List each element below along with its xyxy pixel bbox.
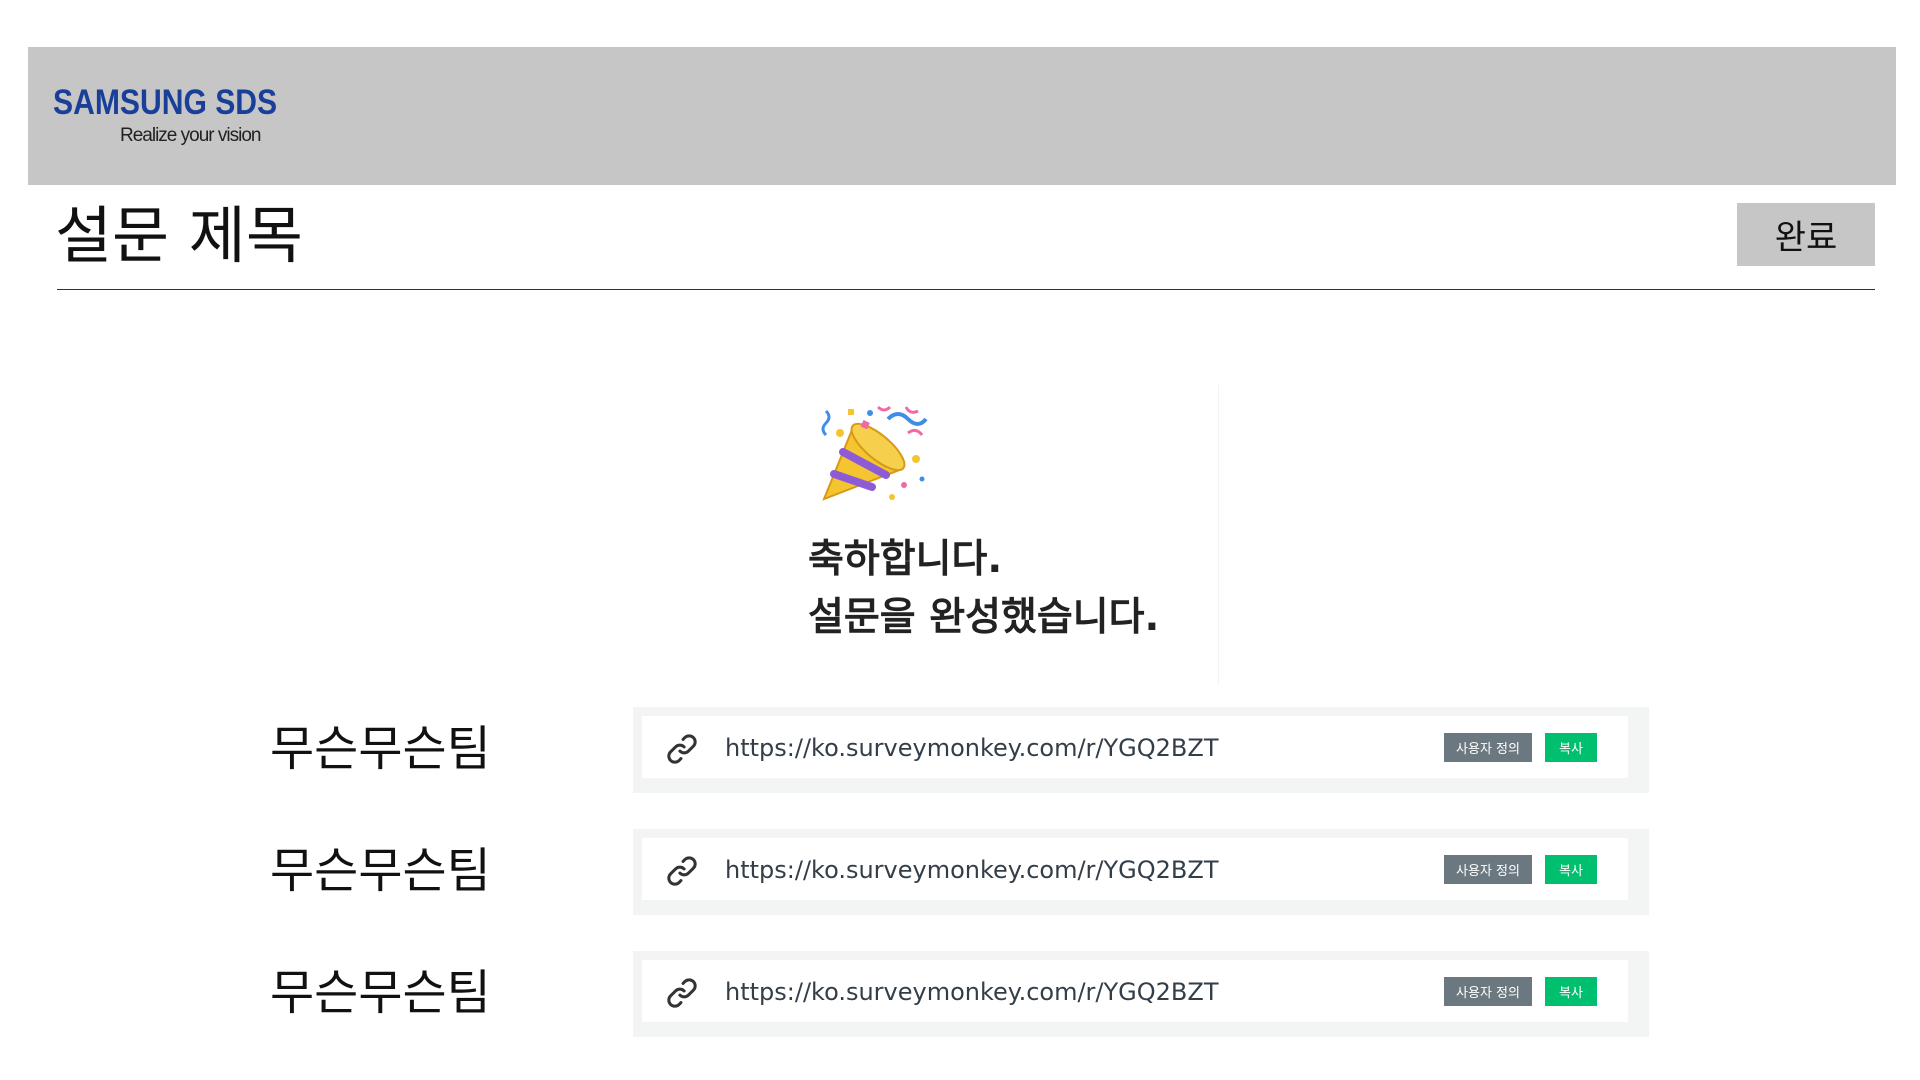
survey-link-url[interactable]: https://ko.surveymonkey.com/r/YGQ2BZT bbox=[725, 733, 1219, 763]
link-box: https://ko.surveymonkey.com/r/YGQ2BZT 사용… bbox=[633, 951, 1649, 1037]
survey-link-url[interactable]: https://ko.surveymonkey.com/r/YGQ2BZT bbox=[725, 855, 1219, 885]
header-bar: SAMSUNG SDS Realize your vision bbox=[28, 47, 1896, 185]
congrats-panel: 축하합니다. 설문을 완성했습니다. bbox=[800, 385, 1219, 685]
link-box: https://ko.surveymonkey.com/r/YGQ2BZT 사용… bbox=[633, 707, 1649, 793]
link-row: 무슨무슨팀 https://ko.surveymonkey.com/r/YGQ2… bbox=[0, 707, 1920, 793]
link-field[interactable]: https://ko.surveymonkey.com/r/YGQ2BZT 사용… bbox=[642, 716, 1628, 778]
link-field[interactable]: https://ko.surveymonkey.com/r/YGQ2BZT 사용… bbox=[642, 960, 1628, 1022]
link-field[interactable]: https://ko.surveymonkey.com/r/YGQ2BZT 사용… bbox=[642, 838, 1628, 900]
copy-link-button[interactable]: 복사 bbox=[1545, 855, 1597, 884]
customize-link-button[interactable]: 사용자 정의 bbox=[1444, 977, 1532, 1006]
link-icon bbox=[667, 734, 697, 764]
team-label: 무슨무슨팀 bbox=[270, 965, 491, 1021]
link-icon bbox=[667, 856, 697, 886]
link-box: https://ko.surveymonkey.com/r/YGQ2BZT 사용… bbox=[633, 829, 1649, 915]
logo-tagline: Realize your vision bbox=[120, 125, 261, 146]
samsung-sds-logo: SAMSUNG SDS Realize your vision bbox=[53, 83, 313, 147]
party-popper-icon bbox=[821, 405, 928, 501]
team-label: 무슨무슨팀 bbox=[270, 721, 491, 777]
team-label: 무슨무슨팀 bbox=[270, 843, 491, 899]
copy-link-button[interactable]: 복사 bbox=[1545, 977, 1597, 1006]
title-divider bbox=[57, 289, 1875, 290]
link-icon bbox=[667, 978, 697, 1008]
logo-brand-text: SAMSUNG SDS bbox=[53, 83, 278, 122]
done-button[interactable]: 완료 bbox=[1737, 203, 1875, 266]
congrats-subheading: 설문을 완성했습니다. bbox=[808, 595, 1160, 640]
link-row: 무슨무슨팀 https://ko.surveymonkey.com/r/YGQ2… bbox=[0, 951, 1920, 1037]
copy-link-button[interactable]: 복사 bbox=[1545, 733, 1597, 762]
survey-link-url[interactable]: https://ko.surveymonkey.com/r/YGQ2BZT bbox=[725, 977, 1219, 1007]
customize-link-button[interactable]: 사용자 정의 bbox=[1444, 733, 1532, 762]
survey-title: 설문 제목 bbox=[55, 199, 303, 272]
congrats-heading: 축하합니다. bbox=[808, 537, 1003, 582]
link-row: 무슨무슨팀 https://ko.surveymonkey.com/r/YGQ2… bbox=[0, 829, 1920, 915]
customize-link-button[interactable]: 사용자 정의 bbox=[1444, 855, 1532, 884]
